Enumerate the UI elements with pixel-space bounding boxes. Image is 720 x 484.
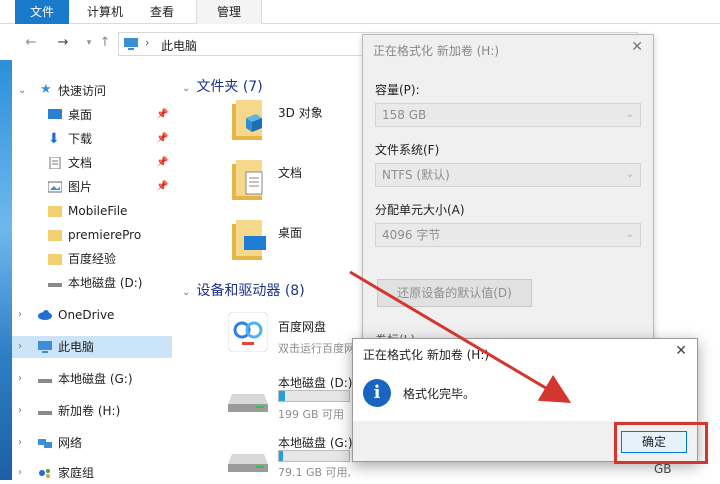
annotation-arrow [349, 270, 572, 404]
ok-button-highlight [614, 422, 708, 464]
